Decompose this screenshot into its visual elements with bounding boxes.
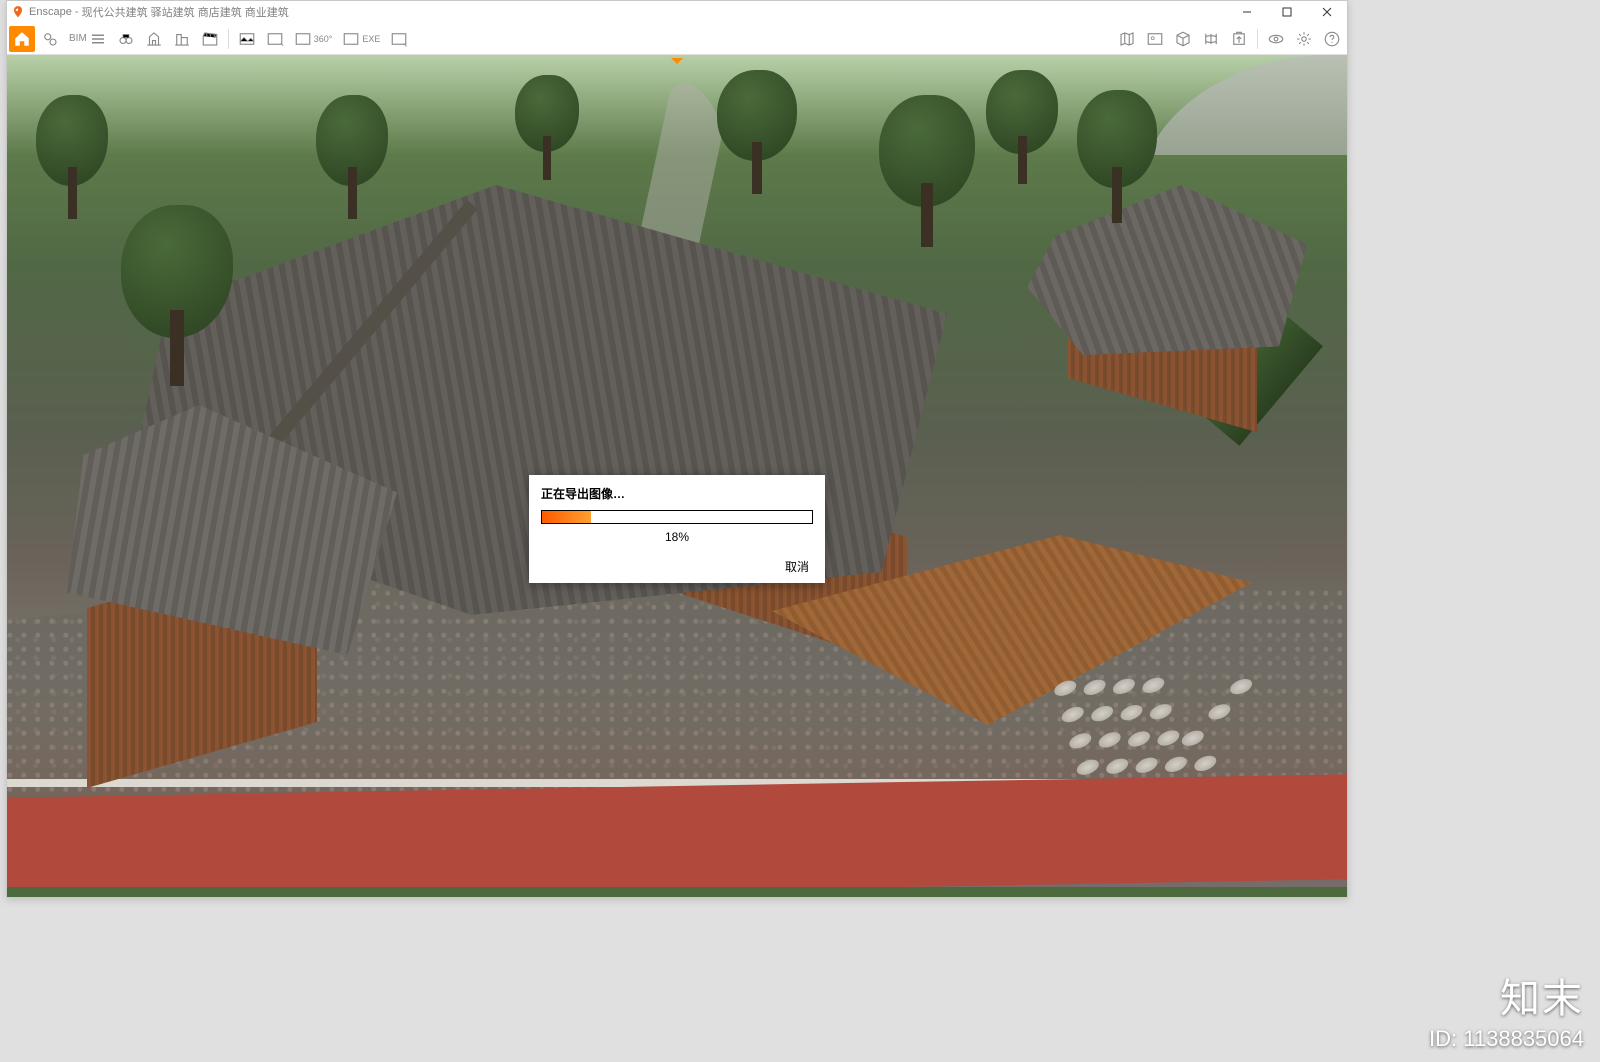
export-exe-button[interactable]: EXE <box>338 26 384 52</box>
watermark: 知末 ID: 1138835064 <box>1429 966 1584 1052</box>
export-progress-dialog: 正在导出图像… 18% 取消 <box>529 475 825 583</box>
panorama-360-button[interactable]: 360° <box>290 26 337 52</box>
visual-settings-button[interactable] <box>1263 26 1289 52</box>
layers-button[interactable] <box>141 26 167 52</box>
progress-fill <box>542 511 591 523</box>
app-name: Enscape <box>29 6 72 18</box>
scene-tree <box>977 70 1067 190</box>
window-controls <box>1227 1 1347 23</box>
minimize-button[interactable] <box>1227 1 1267 23</box>
document-title: 现代公共建筑 驿站建筑 商店建筑 商业建筑 <box>82 4 289 20</box>
watermark-brand: 知末 <box>1429 966 1584 1024</box>
progress-percent-label: 18% <box>541 530 813 544</box>
toolbar-separator <box>1257 29 1258 49</box>
watermark-id: ID: 1138835064 <box>1429 1026 1584 1052</box>
buildings-button[interactable] <box>169 26 195 52</box>
scene-tree <box>707 70 807 200</box>
asset-library-button[interactable] <box>1142 26 1168 52</box>
bim-menu-button[interactable]: BIM <box>65 26 111 52</box>
export-exe-icon <box>342 30 360 48</box>
scene-tree <box>27 95 117 225</box>
panorama-icon <box>294 30 312 48</box>
video-clapper-button[interactable] <box>197 26 223 52</box>
upload-button[interactable] <box>1226 26 1252 52</box>
progress-bar <box>541 510 813 524</box>
scene-road <box>1149 55 1347 155</box>
help-button[interactable] <box>1319 26 1345 52</box>
export-dropdown-button[interactable] <box>386 26 412 52</box>
scene-tree <box>507 75 587 185</box>
cube-manage-button[interactable] <box>1170 26 1196 52</box>
minimap-button[interactable] <box>1114 26 1140 52</box>
title-sep: - <box>72 6 82 18</box>
enscape-logo-icon <box>11 5 25 19</box>
dialog-actions: 取消 <box>541 558 813 575</box>
general-settings-button[interactable] <box>1291 26 1317 52</box>
menu-lines-icon <box>89 30 107 48</box>
titlebar[interactable]: Enscape - 现代公共建筑 驿站建筑 商店建筑 商业建筑 <box>7 1 1347 23</box>
toolbar: BIM 360° EXE <box>7 23 1347 55</box>
toolbar-separator <box>228 29 229 49</box>
close-button[interactable] <box>1307 1 1347 23</box>
dialog-title: 正在导出图像… <box>541 485 813 502</box>
chevron-down-icon <box>670 56 684 66</box>
toolbar-right-group <box>1114 26 1345 52</box>
screenshot-settings-button[interactable] <box>262 26 288 52</box>
exe-label: EXE <box>362 34 380 44</box>
panorama-gallery-button[interactable] <box>1198 26 1224 52</box>
scene-tree <box>1067 90 1167 230</box>
pin-location-button[interactable] <box>37 26 63 52</box>
app-window: Enscape - 现代公共建筑 驿站建筑 商店建筑 商业建筑 BIM 360°… <box>6 0 1348 898</box>
expand-handle[interactable] <box>661 55 693 67</box>
bim-label: BIM <box>69 33 87 44</box>
scene-tree <box>307 95 397 225</box>
screenshot-button[interactable] <box>234 26 260 52</box>
pano-label: 360° <box>314 34 333 44</box>
render-viewport[interactable]: 正在导出图像… 18% 取消 <box>7 55 1347 897</box>
scene-tree <box>867 95 987 255</box>
maximize-button[interactable] <box>1267 1 1307 23</box>
home-button[interactable] <box>9 26 35 52</box>
scene-grass-strip <box>7 887 1347 897</box>
scene-tree <box>107 205 247 395</box>
cancel-button[interactable]: 取消 <box>781 558 813 576</box>
binoculars-button[interactable] <box>113 26 139 52</box>
